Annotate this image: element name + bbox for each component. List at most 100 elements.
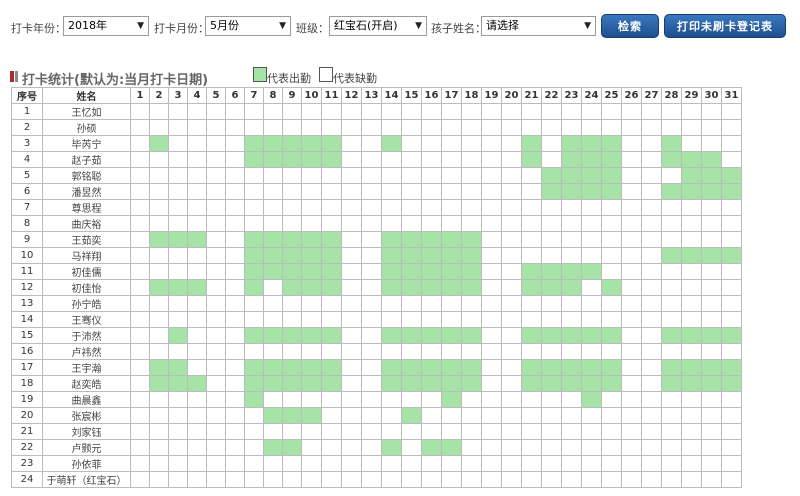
attendance-absent-cell (721, 263, 742, 280)
attendance-present-cell (721, 375, 742, 392)
attendance-absent-cell (501, 391, 522, 408)
attendance-absent-cell (263, 295, 283, 312)
attendance-absent-cell (421, 295, 442, 312)
attendance-absent-cell (581, 295, 602, 312)
attendance-absent-cell (541, 199, 562, 216)
attendance-absent-cell (321, 423, 342, 440)
attendance-absent-cell (721, 199, 742, 216)
attendance-absent-cell (461, 295, 482, 312)
attendance-present-cell (301, 263, 322, 280)
attendance-absent-cell (321, 311, 342, 328)
attendance-absent-cell (225, 391, 245, 408)
attendance-absent-cell (244, 407, 264, 424)
attendance-absent-cell (263, 423, 283, 440)
attendance-absent-cell (541, 103, 562, 120)
attendance-present-cell (421, 263, 442, 280)
attendance-present-cell (381, 375, 402, 392)
attendance-absent-cell (263, 167, 283, 184)
attendance-present-cell (168, 231, 188, 248)
attendance-absent-cell (501, 327, 522, 344)
attendance-absent-cell (641, 151, 662, 168)
header-day: 19 (481, 87, 502, 104)
attendance-present-cell (421, 439, 442, 456)
attendance-present-cell (581, 263, 602, 280)
attendance-absent-cell (341, 247, 362, 264)
attendance-absent-cell (244, 439, 264, 456)
attendance-absent-cell (721, 423, 742, 440)
attendance-absent-cell (341, 455, 362, 472)
attendance-absent-cell (521, 199, 542, 216)
attendance-absent-cell (225, 199, 245, 216)
attendance-absent-cell (168, 119, 188, 136)
attendance-absent-cell (621, 295, 642, 312)
attendance-absent-cell (501, 247, 522, 264)
attendance-present-cell (601, 151, 622, 168)
attendance-absent-cell (561, 119, 582, 136)
class-select[interactable]: 红宝石(开启) ▼ (329, 16, 427, 36)
attendance-present-cell (263, 135, 283, 152)
attendance-absent-cell (401, 167, 422, 184)
attendance-absent-cell (381, 343, 402, 360)
attendance-absent-cell (321, 215, 342, 232)
attendance-absent-cell (601, 423, 622, 440)
attendance-present-cell (301, 375, 322, 392)
child-label: 孩子姓名： (431, 22, 486, 35)
attendance-present-cell (441, 327, 462, 344)
attendance-absent-cell (441, 215, 462, 232)
attendance-present-cell (282, 407, 302, 424)
attendance-absent-cell (301, 103, 322, 120)
attendance-absent-cell (541, 423, 562, 440)
student-name: 王茹奕 (42, 231, 131, 248)
attendance-absent-cell (481, 359, 502, 376)
attendance-present-cell (561, 327, 582, 344)
attendance-present-cell (461, 359, 482, 376)
attendance-absent-cell (601, 215, 622, 232)
header-day: 23 (561, 87, 582, 104)
attendance-present-cell (441, 279, 462, 296)
attendance-absent-cell (661, 103, 682, 120)
attendance-absent-cell (206, 359, 226, 376)
attendance-absent-cell (381, 471, 402, 488)
print-unswiped-button[interactable]: 打印未刷卡登记表 (664, 14, 786, 38)
student-name: 张宸彬 (42, 407, 131, 424)
attendance-absent-cell (721, 311, 742, 328)
attendance-absent-cell (441, 199, 462, 216)
attendance-absent-cell (206, 215, 226, 232)
attendance-absent-cell (521, 311, 542, 328)
child-select[interactable]: 请选择 ▼ (481, 16, 596, 36)
month-select[interactable]: 5月份 ▼ (205, 16, 291, 36)
attendance-present-cell (561, 375, 582, 392)
attendance-absent-cell (661, 391, 682, 408)
table-row: 12 初佳怡 (11, 279, 742, 296)
attendance-absent-cell (187, 423, 207, 440)
attendance-absent-cell (641, 327, 662, 344)
attendance-absent-cell (187, 327, 207, 344)
attendance-absent-cell (661, 295, 682, 312)
search-button[interactable]: 检索 (601, 14, 659, 38)
attendance-absent-cell (501, 183, 522, 200)
attendance-present-cell (701, 167, 722, 184)
attendance-absent-cell (601, 247, 622, 264)
attendance-absent-cell (521, 119, 542, 136)
attendance-present-cell (282, 439, 302, 456)
attendance-absent-cell (721, 231, 742, 248)
attendance-present-cell (521, 135, 542, 152)
attendance-absent-cell (206, 183, 226, 200)
attendance-present-cell (661, 135, 682, 152)
attendance-absent-cell (421, 103, 442, 120)
attendance-absent-cell (244, 167, 264, 184)
attendance-absent-cell (461, 135, 482, 152)
year-select[interactable]: 2018年 ▼ (63, 16, 149, 36)
attendance-absent-cell (244, 183, 264, 200)
attendance-present-cell (263, 359, 283, 376)
attendance-absent-cell (149, 151, 169, 168)
attendance-absent-cell (149, 295, 169, 312)
attendance-absent-cell (361, 455, 382, 472)
attendance-absent-cell (681, 103, 702, 120)
attendance-absent-cell (282, 455, 302, 472)
attendance-absent-cell (601, 455, 622, 472)
attendance-present-cell (149, 279, 169, 296)
attendance-present-cell (441, 231, 462, 248)
attendance-absent-cell (581, 103, 602, 120)
attendance-present-cell (701, 247, 722, 264)
